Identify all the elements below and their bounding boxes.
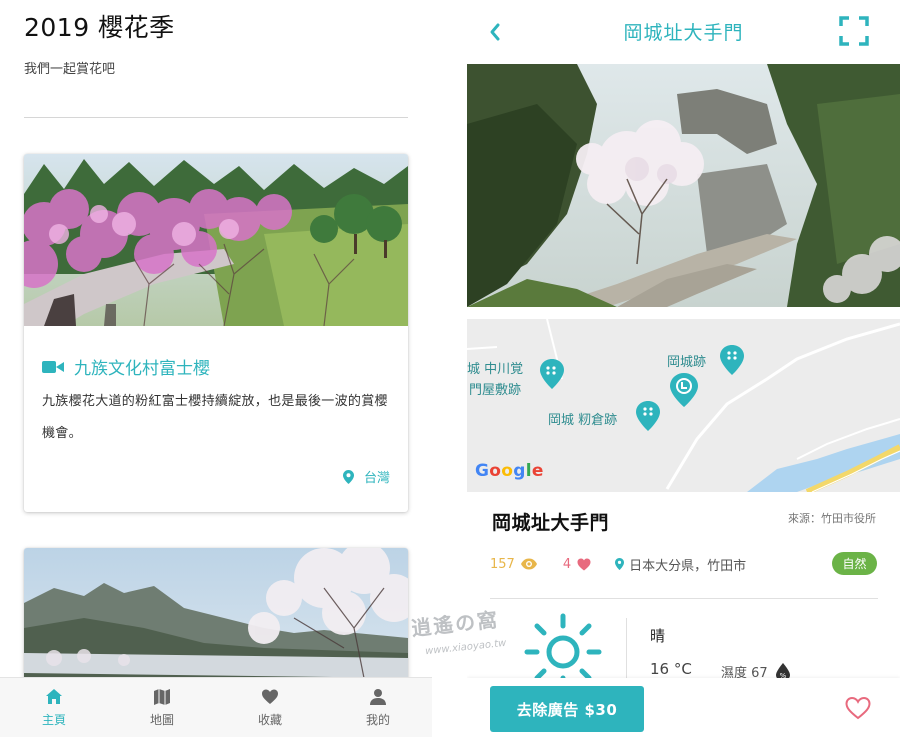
spot-card[interactable]: 九族文化村富士櫻 九族櫻花大道的粉紅富士櫻持續綻放，也是最後一波的賞櫻機會。 台… <box>24 154 408 512</box>
header-title: 岡城址大手門 <box>623 22 744 44</box>
nav-label: 我的 <box>365 712 390 727</box>
view-count: 157 <box>490 557 537 572</box>
home-screen: 2019 櫻花季 我們一起賞花吧 九族文化村富士櫻 九族櫻花大道的粉紅富士櫻持續… <box>0 0 432 737</box>
view-count-value: 157 <box>490 556 515 572</box>
place-name: 岡城址大手門 <box>492 512 610 534</box>
nav-home[interactable]: 主頁 <box>0 678 108 737</box>
action-bar: 去除廣告 $30 <box>467 678 900 737</box>
fullscreen-icon[interactable] <box>839 16 869 46</box>
detail-header: 岡城址大手門 <box>467 0 900 64</box>
user-icon <box>370 688 386 705</box>
like-count-value: 4 <box>562 556 572 572</box>
map-label: 岡城跡 <box>667 355 707 370</box>
place-location: 日本大分県，竹田市 <box>615 555 746 574</box>
nav-label: 地圖 <box>149 712 174 727</box>
eye-icon <box>520 558 537 570</box>
video-icon <box>42 360 64 373</box>
heart-icon <box>577 558 591 570</box>
category-tag[interactable]: 自然 <box>832 552 877 575</box>
favorite-heart-icon[interactable] <box>845 696 871 720</box>
map-view[interactable]: 城 中川覚 門屋敷跡 岡城跡 岡城 籾倉跡 Google <box>467 319 900 492</box>
card-title: 九族文化村富士櫻 <box>74 359 210 379</box>
location-pin-icon <box>342 469 354 484</box>
source-text: 來源：竹田市役所 <box>788 512 876 525</box>
nav-favorites[interactable]: 收藏 <box>216 678 324 737</box>
nav-label: 主頁 <box>41 712 66 727</box>
place-location-text: 日本大分県，竹田市 <box>629 558 747 574</box>
nav-profile[interactable]: 我的 <box>324 678 432 737</box>
card-location-text: 台灣 <box>363 471 390 486</box>
remove-ads-button[interactable]: 去除廣告 $30 <box>490 686 644 732</box>
home-icon <box>46 688 62 704</box>
divider <box>24 117 408 118</box>
nav-label: 收藏 <box>257 712 282 727</box>
card-description: 九族櫻花大道的粉紅富士櫻持續綻放，也是最後一波的賞櫻機會。 <box>42 394 388 441</box>
card-photo <box>24 154 408 326</box>
detail-screen: 岡城址大手門 城 中川覚 門屋敷跡 岡城跡 岡城 籾倉跡 Google 岡城址大… <box>467 0 900 737</box>
google-logo: Google <box>475 461 544 481</box>
stats-row: 157 4 日本大分県，竹田市 <box>490 552 880 576</box>
map-pin-icon[interactable] <box>720 345 744 375</box>
weather-condition: 晴 <box>650 627 666 645</box>
card-title-row[interactable]: 九族文化村富士櫻 <box>42 354 210 379</box>
nav-map[interactable]: 地圖 <box>108 678 216 737</box>
location-pin-icon <box>615 558 625 570</box>
map-pin-icon[interactable] <box>540 359 564 389</box>
heart-icon <box>262 689 278 704</box>
bottom-navigation: 主頁 地圖 收藏 我的 <box>0 677 432 737</box>
divider <box>626 618 627 678</box>
map-pin-icon[interactable] <box>636 401 660 431</box>
map-label: 城 中川覚 <box>467 362 524 377</box>
spot-photo[interactable] <box>467 64 900 307</box>
map-icon <box>154 688 170 705</box>
card-location: 台灣 <box>342 467 390 486</box>
page-title: 2019 櫻花季 <box>24 13 175 42</box>
like-count: 4 <box>563 557 591 572</box>
divider <box>490 598 878 599</box>
map-label: 門屋敷跡 <box>469 383 522 398</box>
current-location-marker-icon[interactable] <box>669 373 699 407</box>
map-label: 岡城 籾倉跡 <box>548 413 618 428</box>
weather-temperature: 16 °C <box>650 660 692 678</box>
page-subtitle: 我們一起賞花吧 <box>24 62 116 77</box>
